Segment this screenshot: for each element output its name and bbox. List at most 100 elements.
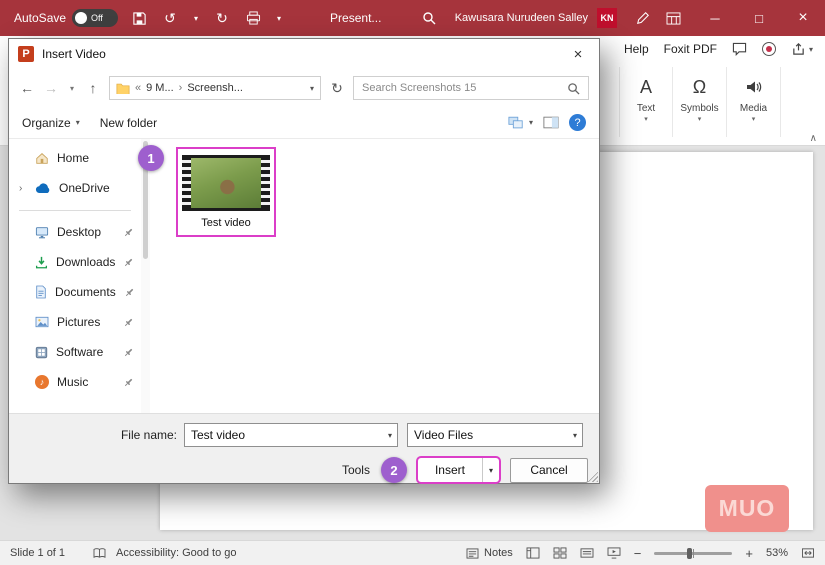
user-name[interactable]: Kawusara Nurudeen Salley — [455, 12, 588, 24]
pin-icon — [123, 257, 134, 268]
folder-icon — [116, 82, 130, 94]
customize-toolbar-icon[interactable]: ▾ — [274, 7, 284, 29]
sidebar-scrollbar[interactable] — [141, 139, 150, 413]
dialog-footer: File name: ▾ Video Files ▾ Tools 2 Inser… — [9, 413, 599, 484]
notes-toggle[interactable]: Notes — [466, 547, 513, 559]
reading-view-button[interactable] — [580, 547, 594, 559]
chevron-down-icon: ▾ — [697, 116, 702, 123]
cancel-button[interactable]: Cancel — [510, 457, 588, 483]
zoom-in-button[interactable]: + — [745, 546, 753, 561]
tools-label: Tools — [341, 463, 370, 477]
expander-icon[interactable]: › — [19, 183, 22, 194]
dialog-toolbar: Organize ▾ New folder ▾ ? — [9, 107, 599, 139]
collapse-ribbon-icon[interactable]: ∧ — [810, 133, 817, 144]
insert-button[interactable]: Insert — [418, 458, 483, 482]
search-box[interactable] — [353, 76, 589, 100]
zoom-slider-thumb[interactable] — [687, 547, 693, 559]
normal-view-button[interactable] — [526, 547, 540, 559]
print-icon[interactable] — [243, 7, 263, 29]
recent-locations-icon[interactable]: ▾ — [67, 84, 77, 93]
chevron-down-icon[interactable]: ▾ — [388, 431, 392, 440]
tools-menu-button[interactable]: Tools — [342, 463, 370, 477]
ribbon-group-symbols[interactable]: Ω Symbols ▾ — [673, 67, 727, 137]
back-icon[interactable]: ← — [19, 80, 35, 96]
tab-foxit-pdf[interactable]: Foxit PDF — [664, 42, 717, 56]
help-button[interactable]: ? — [569, 114, 586, 131]
chevron-down-icon: ▾ — [644, 116, 648, 123]
ribbon-group-media[interactable]: Media ▾ — [727, 67, 781, 137]
comments-icon[interactable] — [732, 42, 747, 56]
pin-icon — [124, 287, 135, 298]
tab-help[interactable]: Help — [624, 42, 649, 56]
file-name-combo[interactable]: ▾ — [184, 423, 398, 447]
undo-icon[interactable]: ↺ — [160, 7, 180, 29]
up-icon[interactable]: ↑ — [85, 80, 101, 96]
sidebar-item-onedrive[interactable]: › OneDrive — [9, 173, 141, 203]
ribbon-group-text[interactable]: A Text ▾ — [619, 67, 673, 137]
zoom-slider[interactable] — [654, 547, 733, 559]
sidebar-item-downloads[interactable]: Downloads — [9, 247, 141, 277]
sidebar-item-software[interactable]: Software — [9, 337, 141, 367]
breadcrumb-item[interactable]: 9 M... — [146, 82, 174, 94]
close-button[interactable]: × — [781, 0, 825, 36]
dialog-title: Insert Video — [42, 47, 106, 61]
zoom-percent[interactable]: 53% — [766, 547, 788, 559]
breadcrumb-dropdown-icon[interactable]: ▾ — [310, 84, 314, 93]
sidebar-separator — [19, 210, 131, 211]
user-avatar[interactable]: KN — [597, 8, 617, 28]
sidebar-item-pictures[interactable]: Pictures — [9, 307, 141, 337]
share-button[interactable]: ▾ — [791, 42, 813, 56]
file-name-field-label: File name: — [120, 428, 177, 442]
breadcrumb-overflow[interactable]: « — [135, 82, 141, 94]
minimize-button[interactable]: ─ — [693, 0, 737, 36]
slide-indicator[interactable]: Slide 1 of 1 — [10, 547, 65, 559]
file-name-input[interactable] — [191, 428, 388, 442]
save-icon[interactable] — [129, 7, 149, 29]
accessibility-status[interactable]: Accessibility: Good to go — [116, 547, 236, 559]
search-input[interactable] — [362, 82, 567, 94]
pen-icon[interactable] — [633, 7, 653, 29]
sidebar-item-desktop[interactable]: Desktop — [9, 217, 141, 247]
preview-pane-button[interactable] — [543, 116, 559, 129]
pin-icon — [123, 347, 134, 358]
search-icon[interactable] — [419, 7, 439, 29]
refresh-icon[interactable]: ↻ — [329, 80, 345, 97]
breadcrumb-item[interactable]: Screensh... — [187, 82, 243, 94]
organize-button[interactable]: Organize ▾ — [22, 116, 80, 130]
insert-split-button[interactable]: Insert ▾ — [415, 456, 501, 484]
undo-dropdown-icon[interactable]: ▾ — [191, 7, 201, 29]
powerpoint-icon: P — [18, 46, 34, 62]
insert-dropdown-icon[interactable]: ▾ — [483, 458, 499, 482]
sidebar-item-documents[interactable]: Documents — [9, 277, 141, 307]
forward-icon[interactable]: → — [43, 80, 59, 96]
text-box-icon: A — [639, 76, 652, 97]
ribbon-options-icon[interactable] — [663, 7, 683, 29]
new-folder-label: New folder — [99, 115, 158, 130]
organize-label: Organize — [22, 115, 71, 130]
dialog-nav-bar: ← → ▾ ↑ « 9 M... › Screensh... ▾ ↻ — [9, 69, 599, 107]
file-item-test-video[interactable]: Test video — [176, 147, 276, 237]
accessibility-icon — [93, 547, 106, 559]
slide-sorter-view-button[interactable] — [553, 547, 567, 559]
file-type-select[interactable]: Video Files ▾ — [407, 423, 583, 447]
notes-label: Notes — [484, 547, 513, 559]
sidebar-label: Music — [57, 375, 89, 389]
fit-slide-button[interactable] — [801, 547, 815, 559]
maximize-button[interactable]: □ — [737, 0, 781, 36]
autosave-switch[interactable]: Off — [72, 9, 119, 27]
redo-icon[interactable]: ↻ — [212, 7, 232, 29]
search-icon[interactable] — [567, 82, 580, 95]
record-icon[interactable] — [761, 42, 776, 56]
slideshow-view-button[interactable] — [607, 547, 621, 559]
new-folder-button[interactable]: New folder — [100, 116, 157, 130]
breadcrumb[interactable]: « 9 M... › Screensh... ▾ — [109, 76, 321, 100]
dialog-close-icon[interactable]: × — [557, 39, 599, 69]
chevron-down-icon: ▾ — [528, 118, 533, 127]
view-mode-button[interactable]: ▾ — [508, 116, 533, 130]
ribbon-group-label: Text — [636, 103, 656, 114]
sidebar-item-music[interactable]: ♪ Music — [9, 367, 141, 397]
dialog-buttons-row: Tools 2 Insert ▾ Cancel — [20, 456, 588, 484]
zoom-out-button[interactable]: − — [634, 546, 642, 561]
autosave-toggle[interactable]: AutoSave Off — [14, 9, 119, 27]
sidebar-item-home[interactable]: Home — [9, 143, 141, 173]
